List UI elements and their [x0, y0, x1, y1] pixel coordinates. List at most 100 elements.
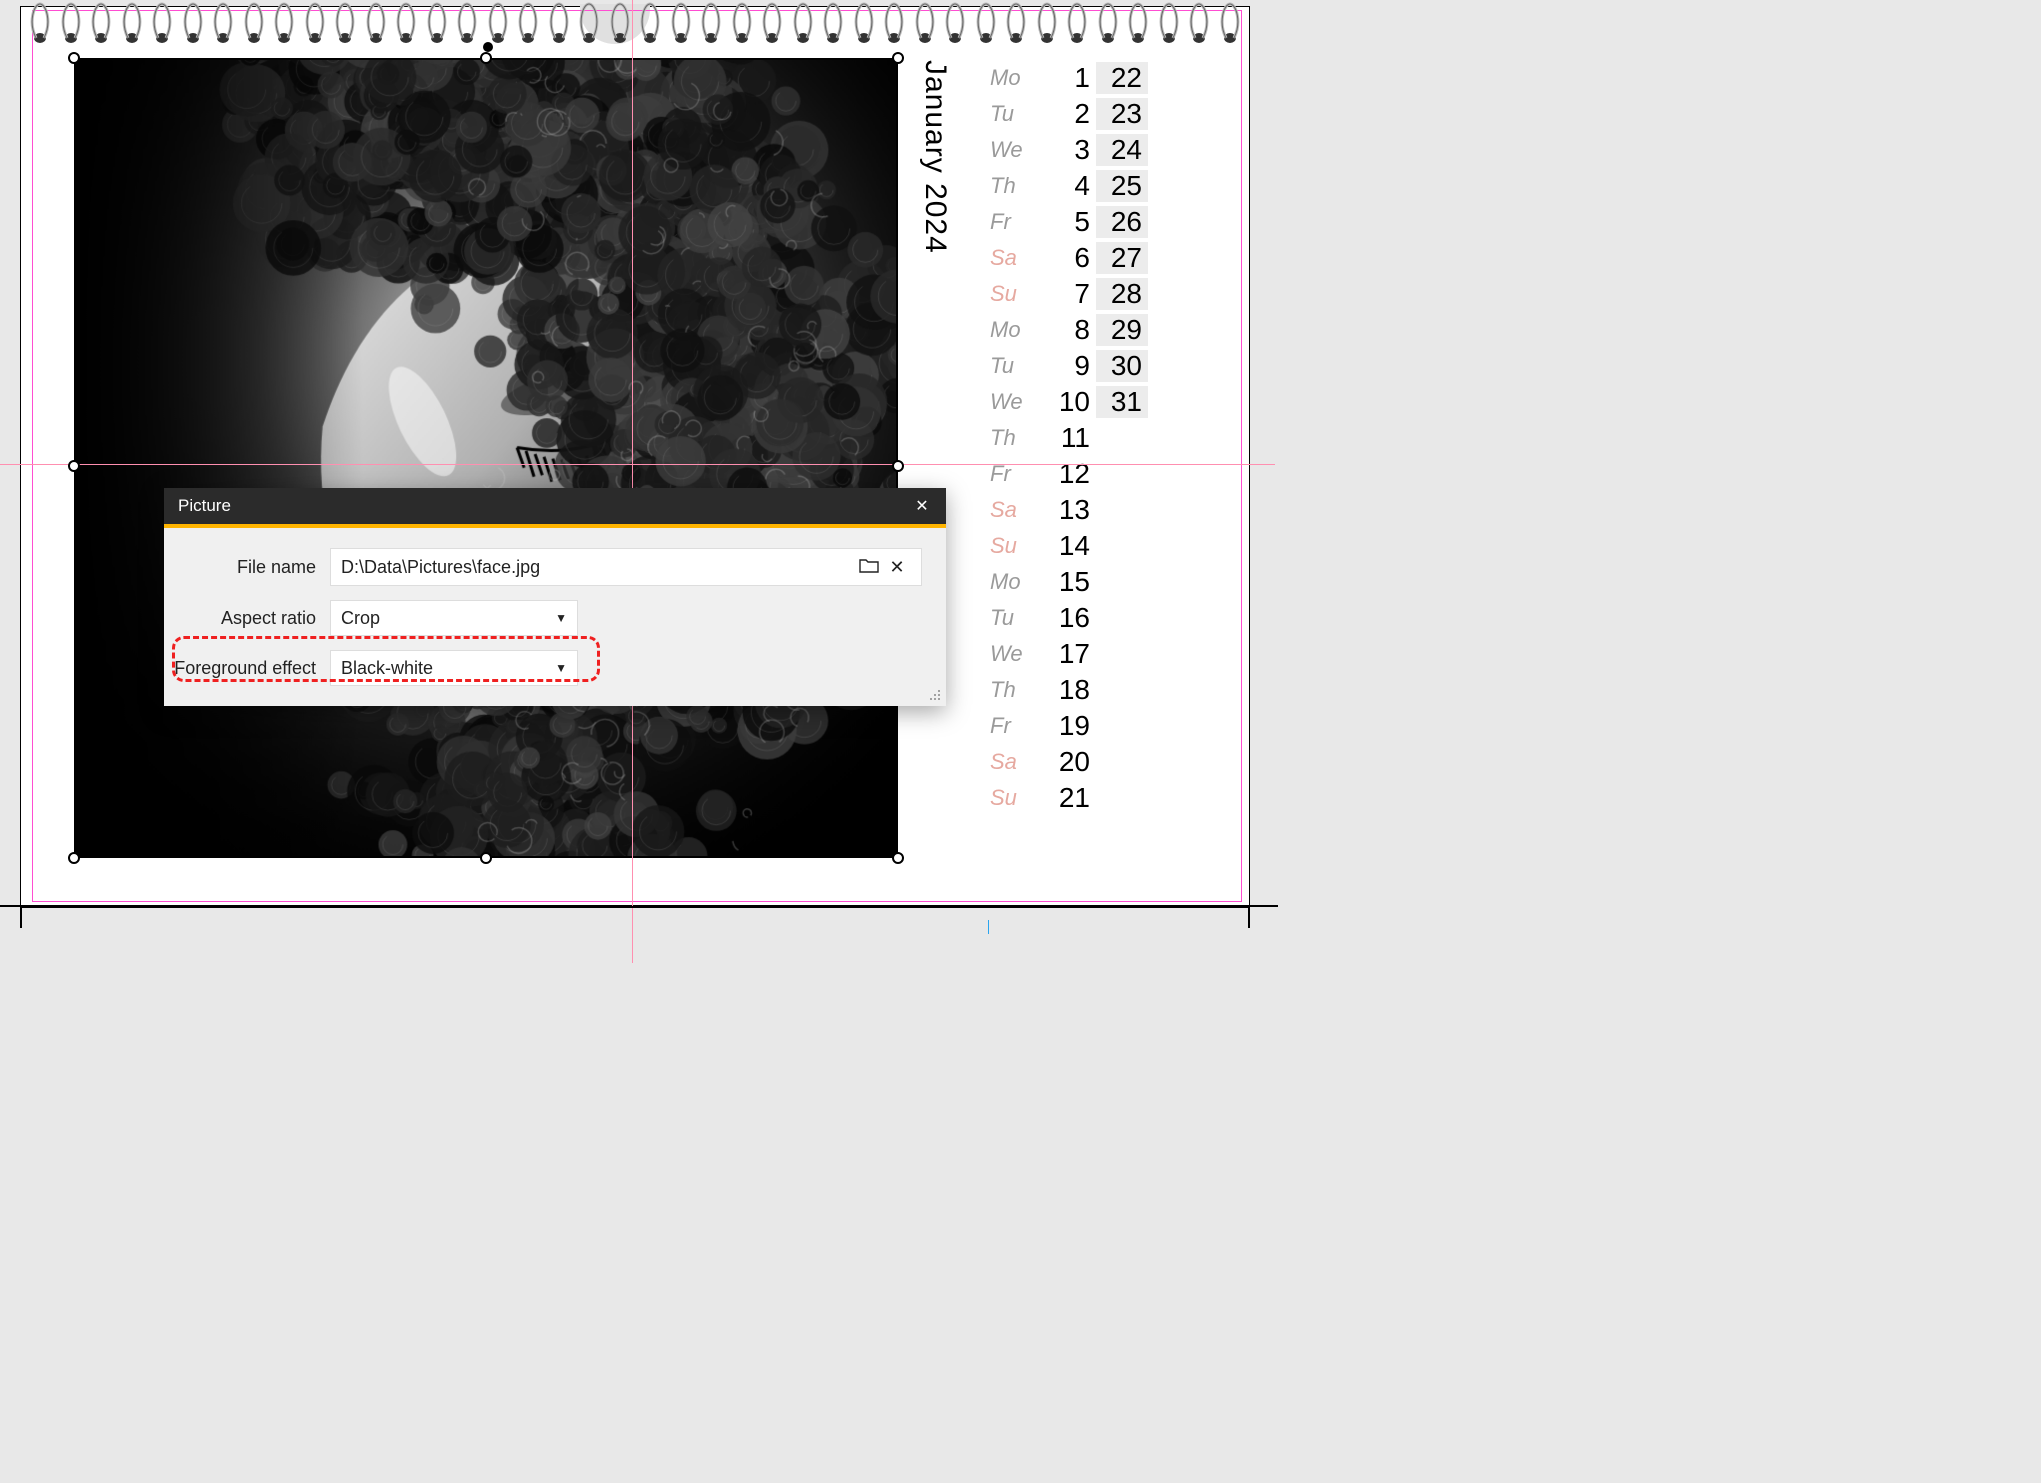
calendar-day-col1: 17 — [1044, 638, 1096, 670]
spiral-ring — [152, 2, 172, 44]
calendar-day-col2: 22 — [1096, 62, 1148, 94]
calendar-dow: Sa — [990, 245, 1044, 271]
spiral-ring — [1159, 2, 1179, 44]
aspect-ratio-select[interactable]: Crop ▼ — [330, 600, 578, 636]
crop-mark — [1248, 905, 1278, 907]
calendar-row: Su728 — [990, 276, 1192, 312]
calendar-day-col1: 21 — [1044, 782, 1096, 814]
calendar-dow: Su — [990, 533, 1044, 559]
selection-handle-se[interactable] — [892, 852, 904, 864]
picture-dialog[interactable]: Picture ✕ File name D:\Data\Pictures\fac… — [164, 488, 946, 706]
calendar-row: Sa627 — [990, 240, 1192, 276]
calendar-row: We1031 — [990, 384, 1192, 420]
calendar-row: Fr526 — [990, 204, 1192, 240]
chevron-down-icon: ▼ — [555, 611, 567, 625]
spiral-ring — [762, 2, 782, 44]
selection-handle-ne[interactable] — [892, 52, 904, 64]
spiral-ring — [701, 2, 721, 44]
calendar-row: Mo15 — [990, 564, 1192, 600]
clear-file-icon[interactable]: ✕ — [883, 557, 911, 578]
calendar-day-col1: 7 — [1044, 278, 1096, 310]
spiral-ring — [640, 2, 660, 44]
spiral-ring — [1006, 2, 1026, 44]
chevron-down-icon: ▼ — [555, 661, 567, 675]
spiral-ring — [183, 2, 203, 44]
calendar-dow: Tu — [990, 605, 1044, 631]
spiral-ring — [579, 2, 599, 44]
file-name-input[interactable]: D:\Data\Pictures\face.jpg ✕ — [330, 548, 922, 586]
foreground-effect-select[interactable]: Black-white ▼ — [330, 650, 578, 686]
spiral-ring — [884, 2, 904, 44]
calendar-dow: Th — [990, 173, 1044, 199]
calendar-row: Fr12 — [990, 456, 1192, 492]
spiral-ring — [732, 2, 752, 44]
calendar-day-col2: 27 — [1096, 242, 1148, 274]
spiral-ring — [976, 2, 996, 44]
calendar-dow: Su — [990, 281, 1044, 307]
spiral-ring — [945, 2, 965, 44]
calendar-row: Fr19 — [990, 708, 1192, 744]
photo-canvas[interactable] — [76, 60, 896, 856]
calendar-day-col2: 24 — [1096, 134, 1148, 166]
calendar-dow: We — [990, 641, 1044, 667]
calendar-dow: Fr — [990, 209, 1044, 235]
calendar-row: Th425 — [990, 168, 1192, 204]
dialog-close-button[interactable]: ✕ — [912, 496, 932, 516]
spiral-ring — [30, 2, 50, 44]
spiral-ring — [549, 2, 569, 44]
calendar-day-col1: 15 — [1044, 566, 1096, 598]
calendar-row: Th18 — [990, 672, 1192, 708]
dialog-titlebar[interactable]: Picture ✕ — [164, 488, 946, 524]
month-label: January 2024 — [918, 60, 952, 254]
image-frame[interactable] — [74, 58, 898, 858]
calendar-day-col1: 9 — [1044, 350, 1096, 382]
calendar-day-col2: 25 — [1096, 170, 1148, 202]
ruler-tick — [988, 920, 989, 934]
selection-handle-sw[interactable] — [68, 852, 80, 864]
spiral-ring — [305, 2, 325, 44]
selection-handle-s[interactable] — [480, 852, 492, 864]
calendar-dow: Tu — [990, 353, 1044, 379]
spiral-ring — [1098, 2, 1118, 44]
selection-handle-w[interactable] — [68, 460, 80, 472]
calendar-dow: Th — [990, 425, 1044, 451]
spiral-ring — [244, 2, 264, 44]
crop-mark — [0, 905, 36, 907]
foreground-effect-label: Foreground effect — [174, 658, 330, 679]
calendar-day-col1: 13 — [1044, 494, 1096, 526]
calendar-dow: Tu — [990, 101, 1044, 127]
calendar-day-col1: 16 — [1044, 602, 1096, 634]
calendar-dow: Su — [990, 785, 1044, 811]
rotation-handle[interactable] — [483, 42, 493, 52]
spiral-ring — [396, 2, 416, 44]
spiral-ring — [61, 2, 81, 44]
selection-handle-nw[interactable] — [68, 52, 80, 64]
calendar-day-col1: 3 — [1044, 134, 1096, 166]
calendar-row: We17 — [990, 636, 1192, 672]
spiral-ring — [457, 2, 477, 44]
calendar-row: Tu930 — [990, 348, 1192, 384]
spiral-ring — [427, 2, 447, 44]
resize-grip-icon[interactable] — [928, 688, 942, 702]
file-name-value: D:\Data\Pictures\face.jpg — [341, 557, 855, 578]
calendar-grid: Mo122Tu223We324Th425Fr526Sa627Su728Mo829… — [990, 60, 1192, 816]
calendar-day-col1: 12 — [1044, 458, 1096, 490]
spiral-ring — [488, 2, 508, 44]
spiral-ring — [1189, 2, 1209, 44]
calendar-row: Su21 — [990, 780, 1192, 816]
selection-handle-n[interactable] — [480, 52, 492, 64]
aspect-ratio-value: Crop — [341, 608, 380, 629]
calendar-day-col1: 5 — [1044, 206, 1096, 238]
spiral-ring — [671, 2, 691, 44]
calendar-day-col1: 11 — [1044, 422, 1096, 454]
calendar-row: We324 — [990, 132, 1192, 168]
calendar-day-col1: 8 — [1044, 314, 1096, 346]
calendar-row: Sa13 — [990, 492, 1192, 528]
calendar-day-col1: 10 — [1044, 386, 1096, 418]
spiral-ring — [1067, 2, 1087, 44]
folder-browse-icon[interactable] — [855, 557, 883, 578]
calendar-dow: Fr — [990, 461, 1044, 487]
selection-handle-e[interactable] — [892, 460, 904, 472]
foreground-effect-value: Black-white — [341, 658, 433, 679]
calendar-dow: We — [990, 389, 1044, 415]
